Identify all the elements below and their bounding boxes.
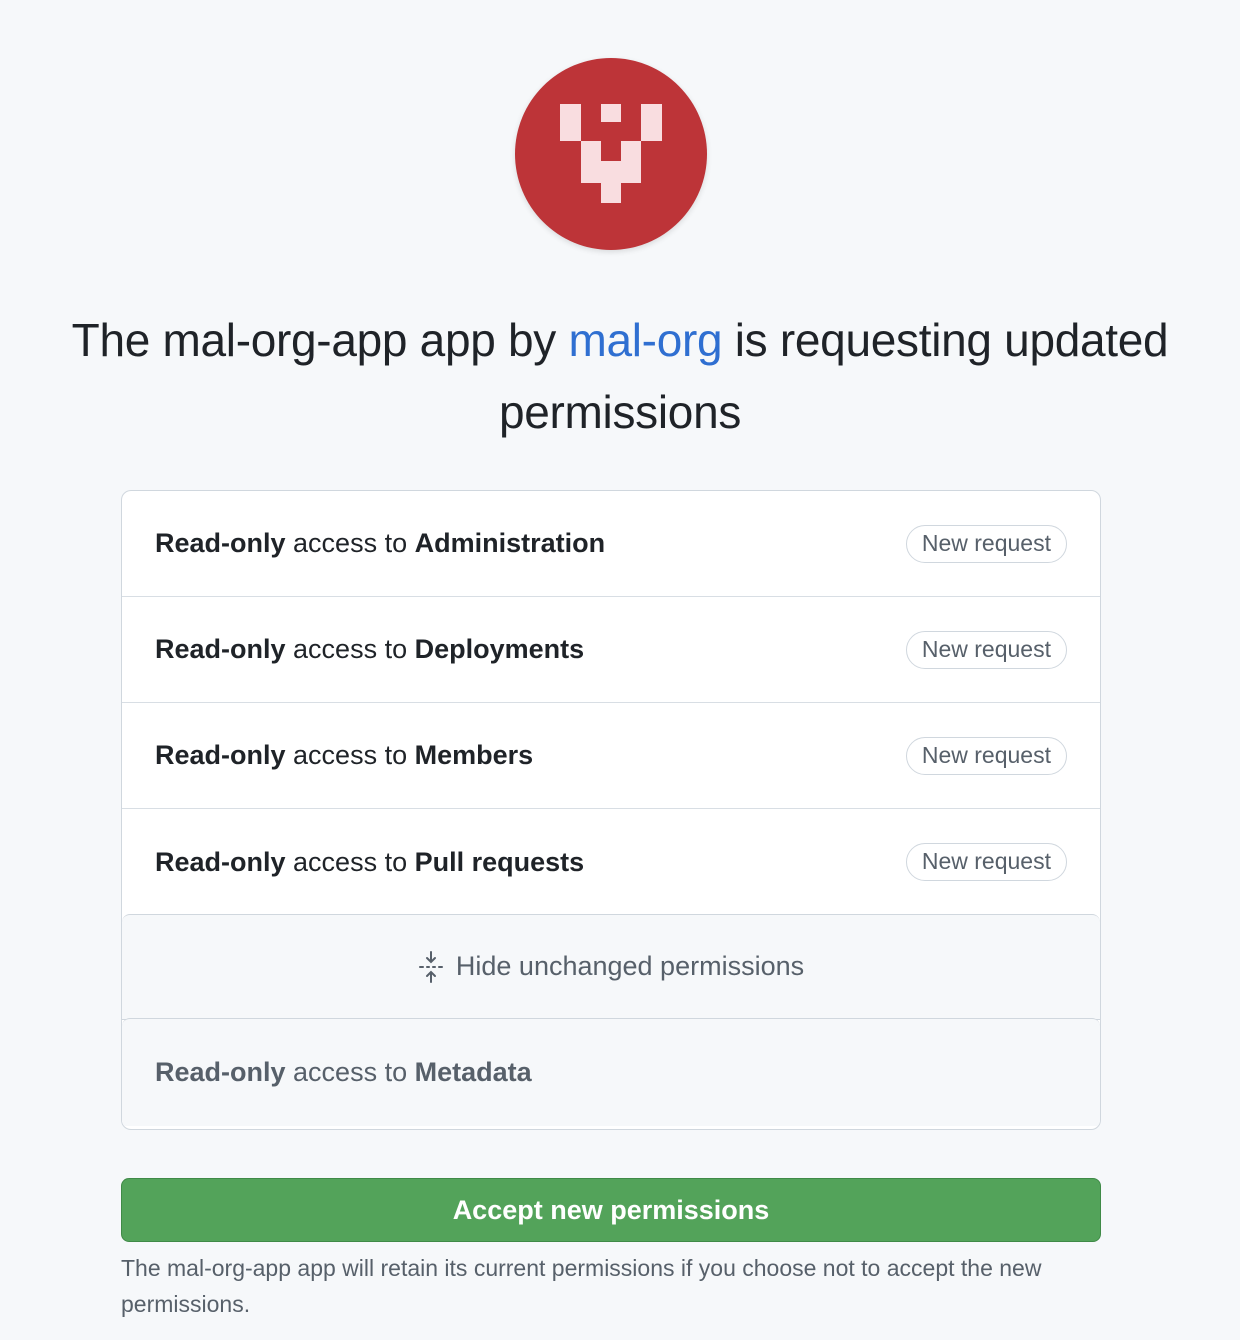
app-avatar	[515, 58, 707, 250]
permission-row: Read-only access to Deployments New requ…	[122, 597, 1100, 703]
permission-level: Read-only	[155, 740, 286, 770]
permission-row: Read-only access to Members New request	[122, 703, 1100, 809]
permission-row: Read-only access to Administration New r…	[122, 491, 1100, 597]
permission-row: Read-only access to Pull requests New re…	[122, 809, 1100, 915]
permission-level: Read-only	[155, 528, 286, 558]
permission-resource: Administration	[414, 528, 606, 558]
new-request-badge: New request	[905, 843, 1067, 881]
toggle-label: Hide unchanged permissions	[455, 951, 805, 981]
permission-connector: access to	[285, 528, 415, 558]
permission-connector: access to	[285, 1057, 415, 1087]
permission-resource: Members	[414, 740, 534, 770]
permission-resource: Metadata	[414, 1057, 532, 1087]
new-request-badge: New request	[905, 631, 1067, 669]
identicon-logo	[560, 104, 662, 203]
permission-connector: access to	[285, 846, 415, 877]
retain-permissions-note: The mal-org-app app will retain its curr…	[121, 1255, 1042, 1317]
permission-text: Read-only access to Members	[155, 740, 533, 771]
title-prefix: The mal-org-app app by	[71, 314, 569, 366]
permission-text: Read-only access to Administration	[155, 528, 605, 559]
accept-new-permissions-button[interactable]: Accept new permissions	[121, 1178, 1101, 1242]
fold-icon	[418, 950, 443, 983]
new-request-badge: New request	[905, 525, 1067, 563]
permission-text: Read-only access to Deployments	[155, 634, 584, 665]
permission-resource: Deployments	[414, 634, 585, 664]
page-title: The mal-org-app app by mal-org is reques…	[0, 304, 1240, 448]
permission-text: Read-only access to Metadata	[155, 1057, 532, 1088]
permission-resource: Pull requests	[414, 846, 585, 877]
permissions-update-page: The mal-org-app app by mal-org is reques…	[0, 0, 1240, 1340]
permission-connector: access to	[285, 740, 415, 770]
permission-connector: access to	[285, 634, 415, 664]
hide-unchanged-permissions-button[interactable]: Hide unchanged permissions	[122, 913, 1100, 1020]
permission-level: Read-only	[155, 1057, 286, 1087]
permissions-list: Read-only access to Administration New r…	[121, 490, 1101, 1130]
permission-level: Read-only	[155, 846, 286, 877]
org-link[interactable]: mal-org	[568, 314, 722, 366]
unchanged-permission-row: Read-only access to Metadata	[122, 1018, 1100, 1126]
permission-level: Read-only	[155, 634, 286, 664]
new-request-badge: New request	[905, 737, 1067, 775]
permission-text: Read-only access to Pull requests	[155, 847, 584, 878]
